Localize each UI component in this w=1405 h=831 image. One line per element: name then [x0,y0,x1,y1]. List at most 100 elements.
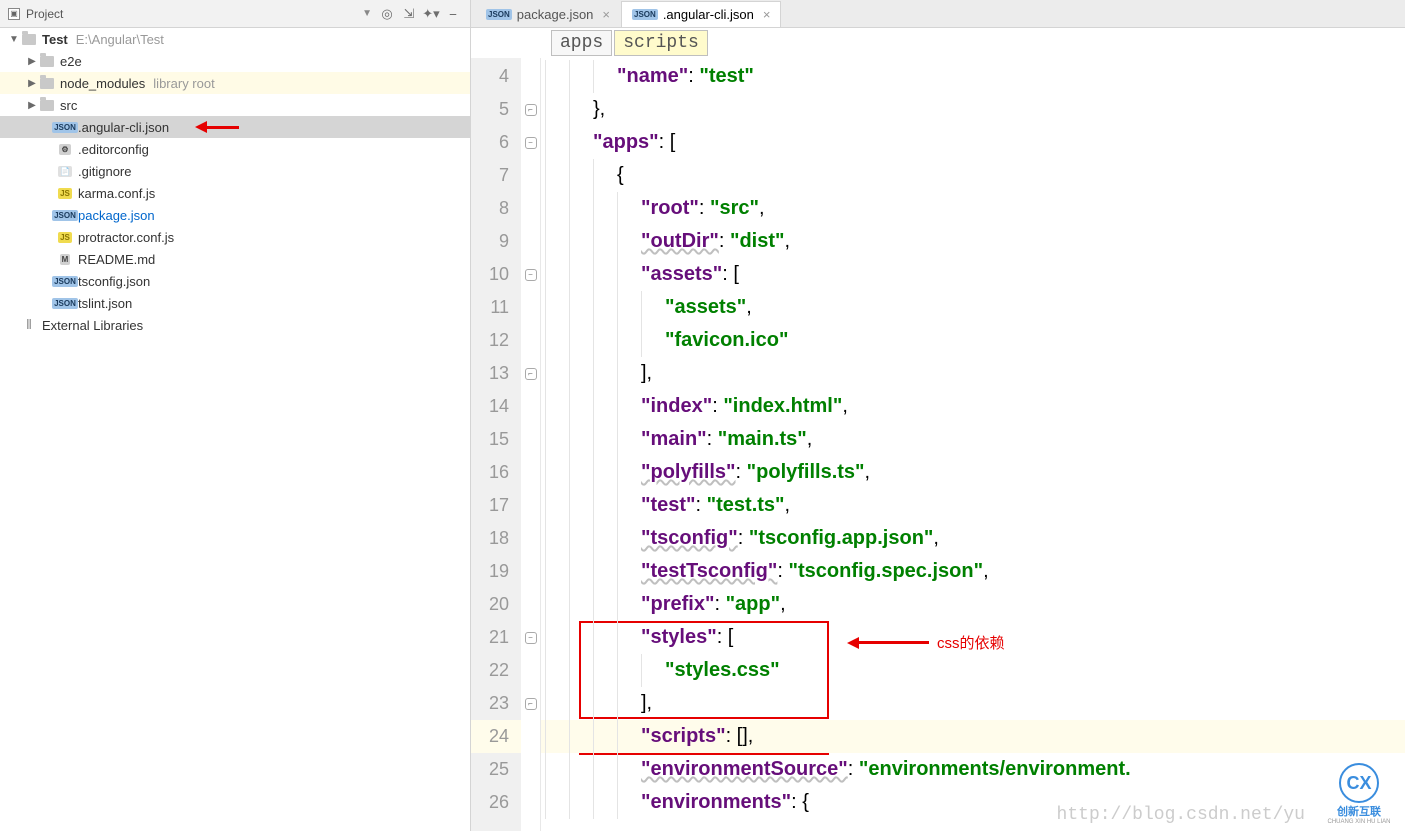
fold-minus-icon[interactable]: − [525,632,537,644]
code-line-7[interactable]: { [541,159,1405,192]
code-line-10[interactable]: "assets": [ [541,258,1405,291]
fold-end-icon[interactable]: ⌐ [525,368,537,380]
red-arrow-icon [189,121,239,133]
fold-cell [521,489,540,522]
tab-close-icon[interactable]: × [763,7,771,22]
line-number: 19 [471,555,521,588]
code-line-17[interactable]: "test": "test.ts", [541,489,1405,522]
line-number: 7 [471,159,521,192]
code-line-21[interactable]: "styles": [ [541,621,1405,654]
fold-end-icon[interactable]: ⌐ [525,698,537,710]
fold-cell: − [521,258,540,291]
tree-item-protractor-conf-js[interactable]: JSprotractor.conf.js [0,226,470,248]
fold-cell: ⌐ [521,687,540,720]
line-number: 23 [471,687,521,720]
breadcrumb-scripts[interactable]: scripts [614,30,708,56]
fold-cell [521,423,540,456]
tree-item-package-json[interactable]: JSONpackage.json [0,204,470,226]
fold-end-icon[interactable]: ⌐ [525,104,537,116]
line-number: 6 [471,126,521,159]
code-line-24[interactable]: "scripts": [], [541,720,1405,753]
autoscroll-icon[interactable]: ◎ [378,5,396,23]
fold-cell [521,456,540,489]
editor-area: JSONpackage.json×JSON.angular-cli.json× … [471,0,1405,831]
sidebar-header: ▣ Project ▼ ◎ ⇲ ✦▾ ⎯ [0,0,470,28]
tree-item-tslint-json[interactable]: JSONtslint.json [0,292,470,314]
line-number: 18 [471,522,521,555]
breadcrumb-apps[interactable]: apps [551,30,612,56]
line-number: 9 [471,225,521,258]
code-content[interactable]: css的依赖 js的依赖 http://blog.csdn.net/yu CX … [541,58,1405,831]
fold-cell [521,588,540,621]
line-number: 26 [471,786,521,819]
code-line-13[interactable]: ], [541,357,1405,390]
fold-cell [521,753,540,786]
code-line-22[interactable]: "styles.css" [541,654,1405,687]
tree-root[interactable]: ▼TestE:\Angular\Test [0,28,470,50]
fold-cell [521,522,540,555]
line-number: 12 [471,324,521,357]
line-number: 22 [471,654,521,687]
settings-icon[interactable]: ✦▾ [422,5,440,23]
dropdown-arrow-icon[interactable]: ▼ [362,8,372,19]
tree-item-e2e[interactable]: ▶e2e [0,50,470,72]
line-number: 17 [471,489,521,522]
tree-item-node_modules[interactable]: ▶node_moduleslibrary root [0,72,470,94]
project-sidebar: ▣ Project ▼ ◎ ⇲ ✦▾ ⎯ ▼TestE:\Angular\Tes… [0,0,471,831]
fold-cell: − [521,621,540,654]
tree-item-README-md[interactable]: MREADME.md [0,248,470,270]
code-line-12[interactable]: "favicon.ico" [541,324,1405,357]
code-editor[interactable]: 4567891011121314151617181920212223242526… [471,58,1405,831]
tree-item--angular-cli-json[interactable]: JSON.angular-cli.json [0,116,470,138]
tab-package-json[interactable]: JSONpackage.json× [475,1,621,27]
code-line-20[interactable]: "prefix": "app", [541,588,1405,621]
tree-item-src[interactable]: ▶src [0,94,470,116]
code-line-9[interactable]: "outDir": "dist", [541,225,1405,258]
line-number: 25 [471,753,521,786]
code-line-16[interactable]: "polyfills": "polyfills.ts", [541,456,1405,489]
code-line-5[interactable]: }, [541,93,1405,126]
sidebar-toolbar: ◎ ⇲ ✦▾ ⎯ [378,5,462,23]
line-number: 20 [471,588,521,621]
code-line-4[interactable]: "name": "test" [541,60,1405,93]
fold-cell [521,786,540,819]
line-number: 5 [471,93,521,126]
fold-cell [521,159,540,192]
code-line-11[interactable]: "assets", [541,291,1405,324]
tree-item--editorconfig[interactable]: ⚙.editorconfig [0,138,470,160]
json-file-icon: JSON [632,9,658,20]
tab-close-icon[interactable]: × [602,7,610,22]
code-line-14[interactable]: "index": "index.html", [541,390,1405,423]
fold-minus-icon[interactable]: − [525,269,537,281]
tree-item-tsconfig-json[interactable]: JSONtsconfig.json [0,270,470,292]
tree-item--gitignore[interactable]: 📄.gitignore [0,160,470,182]
code-line-18[interactable]: "tsconfig": "tsconfig.app.json", [541,522,1405,555]
breadcrumb-bar: appsscripts [471,28,1405,58]
tree-item-karma-conf-js[interactable]: JSkarma.conf.js [0,182,470,204]
code-line-8[interactable]: "root": "src", [541,192,1405,225]
code-line-19[interactable]: "testTsconfig": "tsconfig.spec.json", [541,555,1405,588]
tree-external-libraries[interactable]: ⫴External Libraries [0,314,470,336]
project-tree[interactable]: ▼TestE:\Angular\Test▶e2e▶node_moduleslib… [0,28,470,831]
fold-cell: − [521,126,540,159]
fold-cell [521,720,540,753]
project-view-icon[interactable]: ▣ [8,8,20,20]
editor-tabs: JSONpackage.json×JSON.angular-cli.json× [471,0,1405,28]
code-line-25[interactable]: "environmentSource": "environments/envir… [541,753,1405,786]
code-line-26[interactable]: "environments": { [541,786,1405,819]
line-number: 21 [471,621,521,654]
sidebar-title[interactable]: Project [26,7,362,21]
code-line-15[interactable]: "main": "main.ts", [541,423,1405,456]
fold-minus-icon[interactable]: − [525,137,537,149]
flatten-icon[interactable]: ⇲ [400,5,418,23]
hide-icon[interactable]: ⎯ [444,5,462,23]
fold-cell [521,654,540,687]
line-number: 24 [471,720,521,753]
tab--angular-cli-json[interactable]: JSON.angular-cli.json× [621,1,781,27]
fold-cell [521,60,540,93]
line-number: 11 [471,291,521,324]
code-line-6[interactable]: "apps": [ [541,126,1405,159]
line-number: 10 [471,258,521,291]
line-number: 15 [471,423,521,456]
code-line-23[interactable]: ], [541,687,1405,720]
